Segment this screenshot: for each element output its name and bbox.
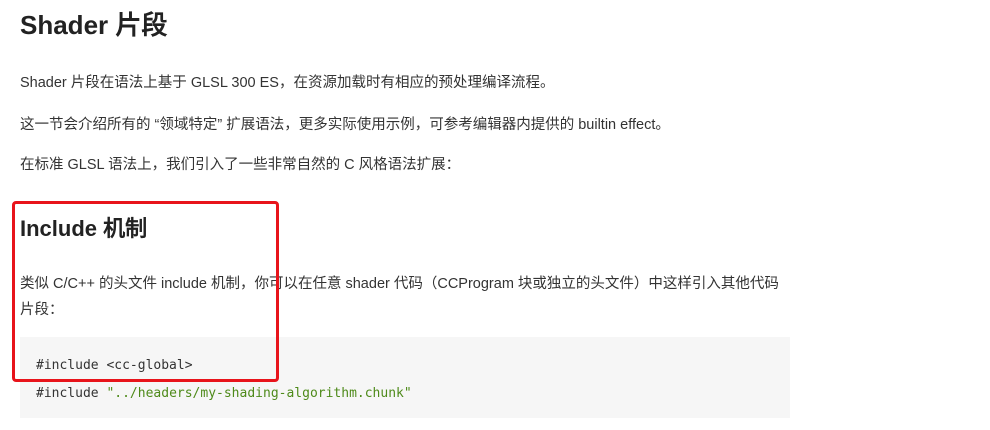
extension-paragraph: 这一节会介绍所有的 “领域特定” 扩展语法，更多实际使用示例，可参考编辑器内提供… xyxy=(20,117,670,133)
syntax-paragraph: 在标准 GLSL 语法上，我们引入了一些非常自然的 C 风格语法扩展： xyxy=(20,157,461,173)
code-block[interactable]: #include <cc-global> #include "../header… xyxy=(20,337,790,418)
section-title-include: Include 机制 xyxy=(20,216,148,241)
code-include-keyword: #include xyxy=(36,386,107,401)
code-line-1: #include <cc-global> xyxy=(36,358,193,373)
include-description: 类似 C/C++ 的头文件 include 机制，你可以在任意 shader 代… xyxy=(20,276,779,318)
page-title: Shader 片段 xyxy=(20,10,168,40)
code-line-2: #include "../headers/my-shading-algorith… xyxy=(36,380,774,408)
code-string-path: "../headers/my-shading-algorithm.chunk" xyxy=(106,386,412,401)
intro-paragraph: Shader 片段在语法上基于 GLSL 300 ES，在资源加载时有相应的预处… xyxy=(20,75,555,91)
